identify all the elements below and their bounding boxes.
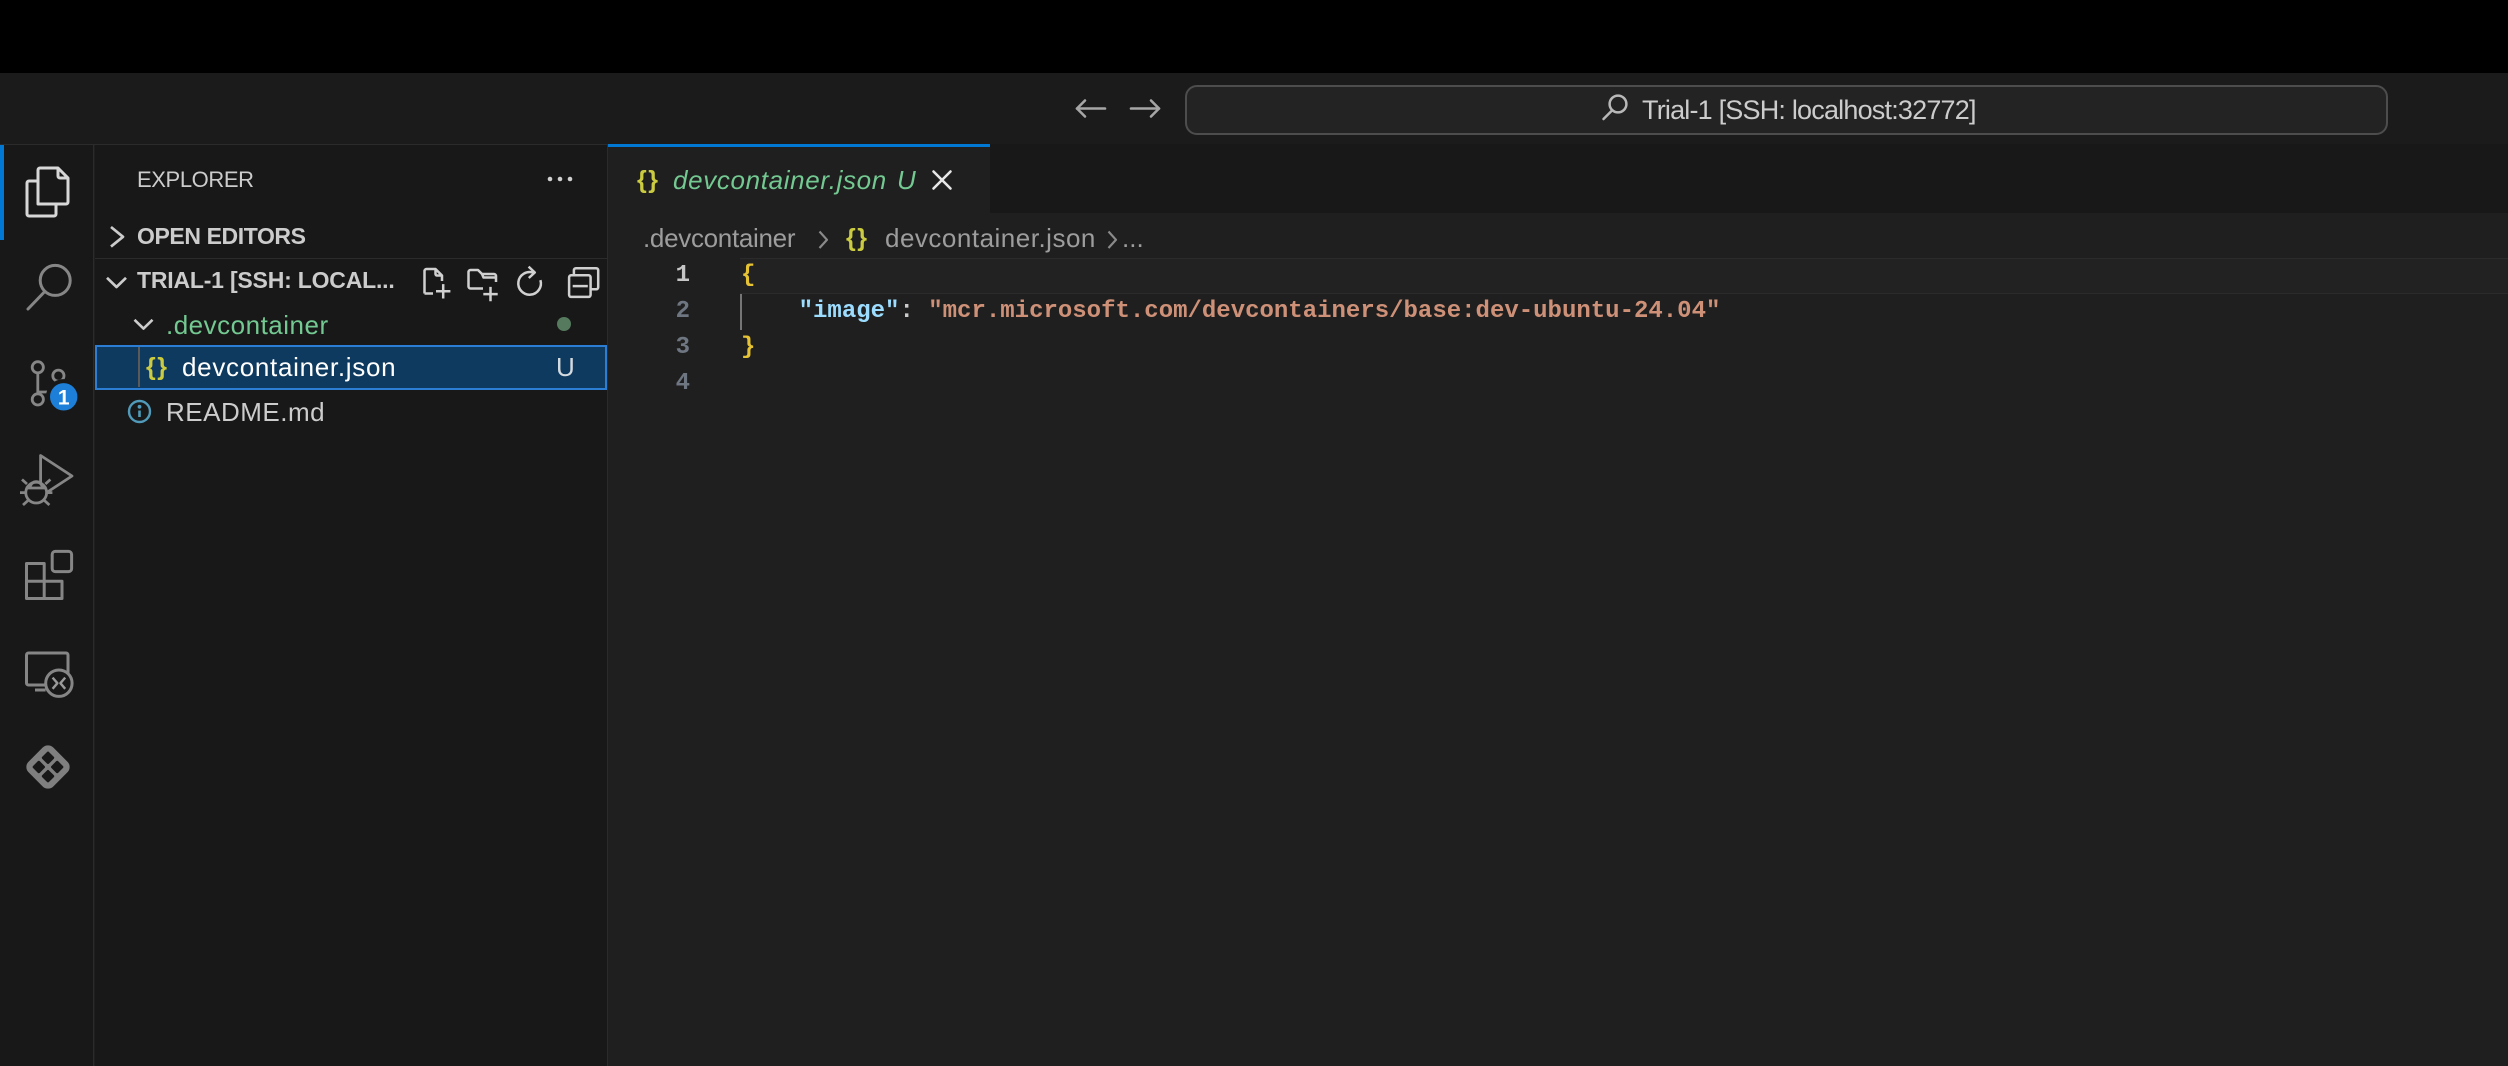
svg-text:1: 1 [58, 386, 70, 409]
